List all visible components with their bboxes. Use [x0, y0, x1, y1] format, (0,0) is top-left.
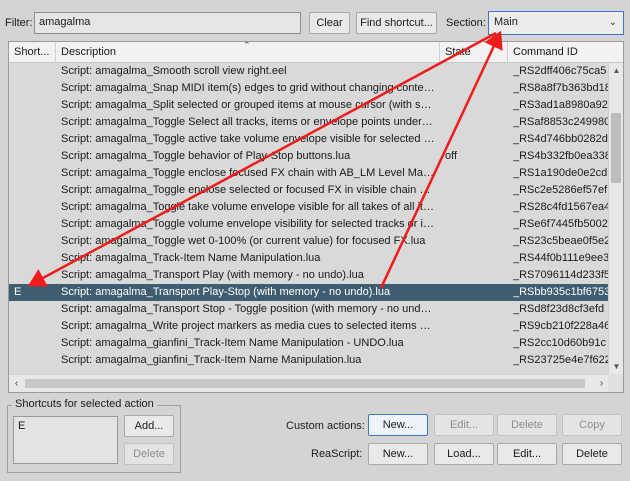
- horizontal-scrollbar[interactable]: ‹ ›: [9, 374, 609, 392]
- table-row[interactable]: Script: amagalma_Toggle volume envelope …: [9, 216, 609, 233]
- section-label: Section:: [446, 17, 486, 29]
- table-row[interactable]: Script: amagalma_Toggle take volume enve…: [9, 199, 609, 216]
- row-command-id: _RS9cb210f228a46: [513, 320, 609, 332]
- clear-button[interactable]: Clear: [309, 12, 350, 34]
- table-row[interactable]: Script: amagalma_Split selected or group…: [9, 97, 609, 114]
- scroll-right-icon[interactable]: ›: [594, 375, 609, 392]
- filter-label: Filter:: [5, 17, 33, 29]
- section-select[interactable]: Main ⌄: [488, 11, 624, 35]
- table-row[interactable]: Script: amagalma_Toggle enclose selected…: [9, 182, 609, 199]
- table-row[interactable]: Script: amagalma_Toggle wet 0-100% (or c…: [9, 233, 609, 250]
- row-description: Script: amagalma_Smooth scroll view righ…: [61, 65, 287, 77]
- reascript-edit-button[interactable]: Edit...: [497, 443, 557, 465]
- vertical-scrollbar[interactable]: ▲ ▼: [608, 63, 623, 374]
- shortcut-list[interactable]: E: [13, 416, 118, 464]
- custom-actions-label: Custom actions:: [286, 420, 365, 432]
- delete-shortcut-button[interactable]: Delete: [124, 443, 174, 465]
- table-row[interactable]: Script: amagalma_Write project markers a…: [9, 318, 609, 335]
- row-command-id: _RSaf8853c249980: [513, 116, 609, 128]
- row-command-id: _RS7096114d233f5: [513, 269, 609, 281]
- column-header-command-id[interactable]: Command ID: [508, 42, 623, 63]
- row-command-id: _RSc2e5286ef57ef: [513, 184, 608, 196]
- row-command-id: _RS2cc10d60b91c: [513, 337, 606, 349]
- column-header-state[interactable]: State: [440, 42, 508, 63]
- row-description: Script: amagalma_Toggle behavior of Play…: [61, 150, 351, 162]
- row-description: Script: amagalma_Toggle Select all track…: [61, 116, 435, 128]
- rows-container: Script: amagalma_Smooth scroll view righ…: [9, 63, 609, 374]
- table-row[interactable]: Script: amagalma_Track-Item Name Manipul…: [9, 250, 609, 267]
- row-command-id: _RS8a8f7b363bd18: [513, 82, 609, 94]
- reascript-label: ReaScript:: [311, 448, 363, 460]
- table-row[interactable]: Script: amagalma_gianfini_Track-Item Nam…: [9, 352, 609, 369]
- row-description: Script: amagalma_Toggle enclose selected…: [61, 184, 435, 196]
- table-row[interactable]: Script: amagalma_Smooth scroll view righ…: [9, 63, 609, 80]
- row-description: Script: amagalma_Write project markers a…: [61, 320, 435, 332]
- table-row[interactable]: Script: amagalma_Toggle Select all track…: [9, 114, 609, 131]
- row-description: Script: amagalma_Track-Item Name Manipul…: [61, 252, 321, 264]
- custom-action-delete-button[interactable]: Delete: [497, 414, 557, 436]
- row-description: Script: amagalma_gianfini_Track-Item Nam…: [61, 337, 404, 349]
- row-command-id: _RS23c5beae0f5e2: [513, 235, 609, 247]
- row-description: Script: amagalma_gianfini_Track-Item Nam…: [61, 354, 362, 366]
- section-value: Main: [494, 16, 518, 28]
- column-header-shortcut[interactable]: Short...: [9, 42, 56, 63]
- table-row[interactable]: Script: amagalma_Toggle behavior of Play…: [9, 148, 609, 165]
- sort-arrow-icon: ⌃: [243, 41, 251, 50]
- row-description: Script: amagalma_Toggle active take volu…: [61, 133, 435, 145]
- scroll-left-icon[interactable]: ‹: [9, 375, 24, 392]
- reascript-load-button[interactable]: Load...: [434, 443, 494, 465]
- row-description: Script: amagalma_Toggle wet 0-100% (or c…: [61, 235, 426, 247]
- row-command-id: _RS28c4fd1567ea4: [513, 201, 609, 213]
- table-row[interactable]: Script: amagalma_Snap MIDI item(s) edges…: [9, 80, 609, 97]
- chevron-down-icon: ⌄: [608, 17, 617, 28]
- row-command-id: _RS4b332fb0ea338: [513, 150, 609, 162]
- row-command-id: _RS44f0b111e9ee3: [513, 252, 609, 264]
- row-description: Script: amagalma_Transport Play (with me…: [61, 269, 364, 281]
- row-command-id: _RSbb935c1bf6753: [513, 286, 609, 298]
- row-description: Script: amagalma_Toggle take volume enve…: [61, 201, 435, 213]
- custom-action-edit-button[interactable]: Edit...: [434, 414, 494, 436]
- row-description: Script: amagalma_Split selected or group…: [61, 99, 435, 111]
- row-command-id: _RSd8f23d8cf3efd: [513, 303, 605, 315]
- action-list[interactable]: Short... Description ⌃ State Command ID …: [8, 41, 624, 393]
- scrollbar-corner: [608, 374, 623, 392]
- list-header: Short... Description ⌃ State Command ID: [9, 42, 623, 63]
- row-description: Script: amagalma_Transport Stop - Toggle…: [61, 303, 435, 315]
- find-shortcut-button[interactable]: Find shortcut...: [356, 12, 437, 34]
- shortcuts-group-title: Shortcuts for selected action: [12, 398, 157, 410]
- table-row[interactable]: Script: amagalma_Transport Stop - Toggle…: [9, 301, 609, 318]
- row-description: Script: amagalma_Toggle volume envelope …: [61, 218, 435, 230]
- scroll-down-icon[interactable]: ▼: [609, 359, 623, 374]
- vertical-scroll-thumb[interactable]: [611, 113, 621, 183]
- shortcut-list-item[interactable]: E: [18, 420, 113, 432]
- reascript-new-button[interactable]: New...: [368, 443, 428, 465]
- row-description: Script: amagalma_Snap MIDI item(s) edges…: [61, 82, 435, 94]
- filter-input[interactable]: amagalma: [34, 12, 301, 34]
- table-row[interactable]: E Script: amagalma_Transport Play-Stop (w…: [9, 284, 609, 301]
- custom-action-new-button[interactable]: New...: [368, 414, 428, 436]
- row-state: off: [445, 150, 458, 162]
- custom-action-copy-button[interactable]: Copy: [562, 414, 622, 436]
- row-command-id: _RS3ad1a8980a92: [513, 99, 608, 111]
- table-row[interactable]: Script: amagalma_gianfini_Track-Item Nam…: [9, 335, 609, 352]
- reascript-delete-button[interactable]: Delete: [562, 443, 622, 465]
- row-command-id: _RS23725e4e7f622: [513, 354, 609, 366]
- row-command-id: _RS1a190de0e2cd: [513, 167, 608, 179]
- row-shortcut: E: [14, 286, 22, 298]
- row-command-id: _RS4d746bb0282d: [513, 133, 608, 145]
- table-row[interactable]: Script: amagalma_Toggle enclose focused …: [9, 165, 609, 182]
- table-row[interactable]: Script: amagalma_Transport Play (with me…: [9, 267, 609, 284]
- table-row[interactable]: Script: amagalma_Toggle active take volu…: [9, 131, 609, 148]
- add-shortcut-button[interactable]: Add...: [124, 415, 174, 437]
- scroll-up-icon[interactable]: ▲: [609, 63, 623, 78]
- row-command-id: _RS2dff406c75ca5: [513, 65, 607, 77]
- horizontal-scroll-thumb[interactable]: [25, 379, 585, 388]
- row-command-id: _RSe6f7445fb5002: [513, 218, 608, 230]
- row-description: Script: amagalma_Transport Play-Stop (wi…: [61, 286, 391, 298]
- row-description: Script: amagalma_Toggle enclose focused …: [61, 167, 435, 179]
